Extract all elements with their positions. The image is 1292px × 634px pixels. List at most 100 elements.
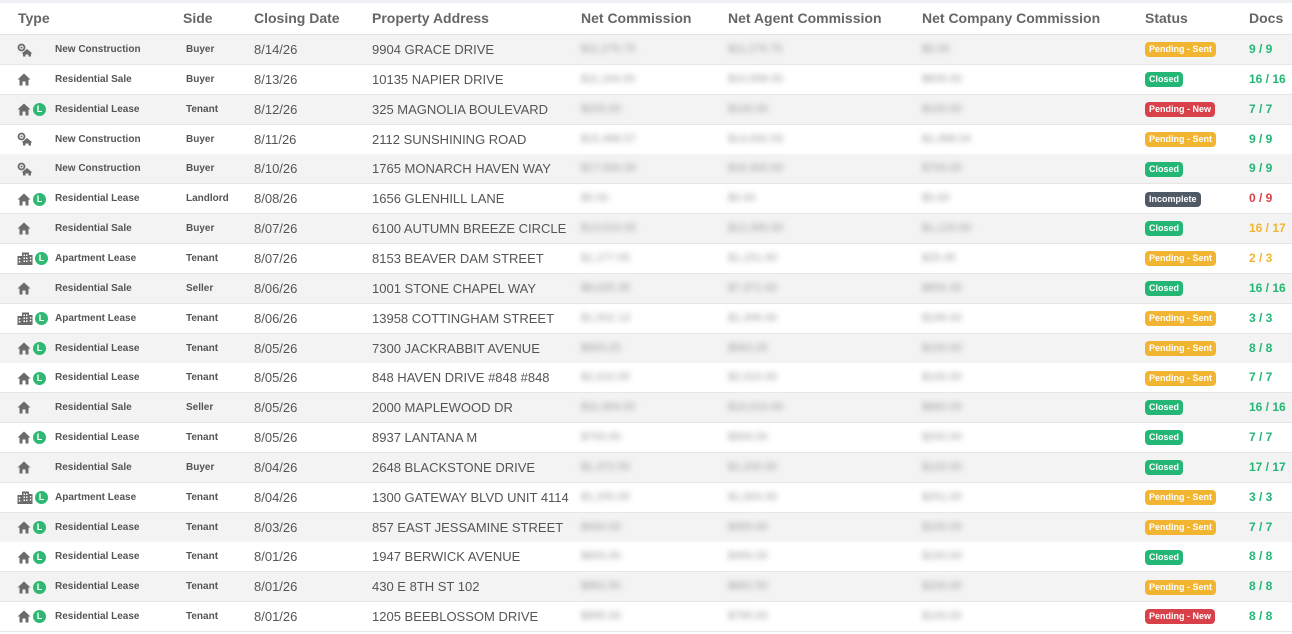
status-badge: Closed bbox=[1145, 430, 1184, 446]
net-company-commission: $25.45 bbox=[922, 251, 956, 264]
property-address[interactable]: 2000 MAPLEWOOD DR bbox=[372, 393, 513, 422]
table-row[interactable]: L Residential Lease Tenant 8/05/26 8937 LANT… bbox=[0, 423, 1292, 454]
status-badge: Pending - Sent bbox=[1145, 370, 1216, 386]
table-row[interactable]: L Residential Lease Tenant 8/05/26 7300 JACK… bbox=[0, 333, 1292, 364]
table-row[interactable]: L Residential Lease Tenant 8/03/26 857 EAST … bbox=[0, 512, 1292, 543]
header-status[interactable]: Status bbox=[1145, 10, 1188, 26]
type-icon-cell: L bbox=[17, 184, 49, 213]
property-address[interactable]: 2112 SUNSHINING ROAD bbox=[372, 125, 526, 154]
table-row[interactable]: Residential Sale Seller 8/05/26 2000 MAPLEW… bbox=[0, 393, 1292, 424]
closing-date: 8/04/26 bbox=[254, 489, 298, 505]
property-address[interactable]: 8937 LANTANA M bbox=[372, 423, 477, 452]
property-address[interactable]: 1205 BEEBLOSSOM DRIVE bbox=[372, 602, 538, 631]
table-row[interactable]: L Residential Lease Tenant 8/01/26 1947 BERW… bbox=[0, 542, 1292, 573]
net-company-commission: $700.00 bbox=[922, 162, 962, 175]
property-address[interactable]: 10135 NAPIER DRIVE bbox=[372, 65, 504, 94]
net-commission: $1,372.50 bbox=[581, 460, 630, 473]
status-cell: Pending - New bbox=[1145, 602, 1216, 631]
side-label: Buyer bbox=[186, 44, 215, 55]
table-row[interactable]: L Residential Lease Landlord 8/08/26 1656 GL… bbox=[0, 184, 1292, 215]
type-label: Residential Lease bbox=[55, 432, 140, 444]
header-docs[interactable]: Docs bbox=[1249, 10, 1283, 26]
docs-count[interactable]: 9 / 9 bbox=[1249, 154, 1272, 183]
docs-count[interactable]: 7 / 7 bbox=[1249, 423, 1272, 452]
header-type[interactable]: Type bbox=[18, 10, 50, 26]
docs-count[interactable]: 8 / 8 bbox=[1249, 602, 1272, 631]
docs-count[interactable]: 9 / 9 bbox=[1249, 35, 1272, 64]
table-row[interactable]: Residential Sale Buyer 8/13/26 10135 NAPIER… bbox=[0, 64, 1292, 95]
header-net-agent-commission[interactable]: Net Agent Commission bbox=[728, 10, 882, 26]
property-address[interactable]: 8153 BEAVER DAM STREET bbox=[372, 244, 544, 273]
property-address[interactable]: 9904 GRACE DRIVE bbox=[372, 35, 494, 64]
net-agent-commission: $500.00 bbox=[728, 431, 768, 444]
table-row[interactable]: L Residential Lease Tenant 8/05/26 848 HAVEN… bbox=[0, 363, 1292, 394]
house-icon bbox=[17, 101, 31, 118]
type-icon-cell bbox=[17, 125, 49, 154]
status-badge: Pending - New bbox=[1145, 101, 1216, 117]
type-label: Residential Lease bbox=[55, 521, 140, 533]
type-icon-cell bbox=[17, 154, 49, 183]
property-address[interactable]: 430 E 8TH ST 102 bbox=[372, 572, 479, 601]
net-commission: $663.25 bbox=[581, 341, 621, 354]
house-icon bbox=[17, 459, 31, 476]
property-address[interactable]: 7300 JACKRABBIT AVENUE bbox=[372, 334, 540, 363]
property-address[interactable]: 857 EAST JESSAMINE STREET bbox=[372, 513, 563, 542]
net-commission: $15,488.57 bbox=[581, 132, 637, 145]
property-address[interactable]: 1001 STONE CHAPEL WAY bbox=[372, 274, 536, 303]
docs-count[interactable]: 16 / 16 bbox=[1249, 274, 1286, 303]
table-row[interactable]: New Construction Buyer 8/10/26 1765 MONARCH… bbox=[0, 154, 1292, 185]
docs-count[interactable]: 3 / 3 bbox=[1249, 483, 1272, 512]
side-label: Tenant bbox=[186, 342, 219, 354]
docs-count[interactable]: 7 / 7 bbox=[1249, 513, 1272, 542]
lease-badge-icon: L bbox=[33, 520, 46, 534]
docs-count[interactable]: 7 / 7 bbox=[1249, 363, 1272, 392]
header-net-company-commission[interactable]: Net Company Commission bbox=[922, 10, 1100, 26]
table-row[interactable]: L Residential Lease Tenant 8/12/26 325 MAGNO… bbox=[0, 94, 1292, 125]
header-side[interactable]: Side bbox=[183, 10, 213, 26]
property-address[interactable]: 1765 MONARCH HAVEN WAY bbox=[372, 154, 551, 183]
property-address[interactable]: 2648 BLACKSTONE DRIVE bbox=[372, 453, 535, 482]
docs-count[interactable]: 16 / 16 bbox=[1249, 65, 1286, 94]
header-closing-date[interactable]: Closing Date bbox=[254, 10, 340, 26]
docs-count[interactable]: 8 / 8 bbox=[1249, 572, 1272, 601]
docs-count[interactable]: 9 / 9 bbox=[1249, 125, 1272, 154]
table-row[interactable]: L Apartment Lease Tenant 8/04/26 1300 GATEWA… bbox=[0, 482, 1292, 513]
docs-count[interactable]: 16 / 16 bbox=[1249, 393, 1286, 422]
table-row[interactable]: New Construction Buyer 8/14/26 9904 GRACE D… bbox=[0, 35, 1292, 65]
side-label: Landlord bbox=[186, 193, 229, 205]
header-net-commission[interactable]: Net Commission bbox=[581, 10, 691, 26]
docs-count[interactable]: 8 / 8 bbox=[1249, 542, 1272, 571]
docs-count[interactable]: 7 / 7 bbox=[1249, 95, 1272, 124]
docs-count[interactable]: 16 / 17 bbox=[1249, 214, 1286, 243]
net-agent-commission: $450.00 bbox=[728, 550, 768, 563]
header-property-address[interactable]: Property Address bbox=[372, 10, 489, 26]
side-label: Buyer bbox=[186, 73, 215, 85]
table-row[interactable]: L Residential Lease Tenant 8/01/26 430 E 8TH… bbox=[0, 572, 1292, 603]
table-row[interactable]: Residential Sale Seller 8/06/26 1001 STONE … bbox=[0, 273, 1292, 304]
property-address[interactable]: 325 MAGNOLIA BOULEVARD bbox=[372, 95, 548, 124]
table-row[interactable]: Residential Sale Buyer 8/04/26 2648 BLACKST… bbox=[0, 452, 1292, 483]
docs-count[interactable]: 3 / 3 bbox=[1249, 304, 1272, 333]
table-row[interactable]: Residential Sale Buyer 8/07/26 6100 AUTUMN … bbox=[0, 214, 1292, 245]
property-address[interactable]: 1947 BERWICK AVENUE bbox=[372, 542, 520, 571]
net-company-commission: $654.35 bbox=[922, 281, 962, 294]
docs-count[interactable]: 0 / 9 bbox=[1249, 184, 1272, 213]
docs-count[interactable]: 17 / 17 bbox=[1249, 453, 1286, 482]
property-address[interactable]: 1300 GATEWAY BLVD UNIT 4114 bbox=[372, 483, 569, 512]
lease-badge-icon: L bbox=[33, 431, 46, 445]
docs-count[interactable]: 8 / 8 bbox=[1249, 334, 1272, 363]
property-address[interactable]: 848 HAVEN DRIVE #848 #848 bbox=[372, 363, 550, 392]
table-row[interactable]: L Apartment Lease Tenant 8/06/26 13958 COTTI… bbox=[0, 303, 1292, 334]
lease-badge-icon: L bbox=[33, 580, 46, 594]
table-row[interactable]: L Apartment Lease Tenant 8/07/26 8153 BEAVER… bbox=[0, 243, 1292, 274]
net-commission: $200.00 bbox=[581, 102, 621, 115]
net-company-commission: $200.00 bbox=[922, 580, 962, 593]
docs-count[interactable]: 2 / 3 bbox=[1249, 244, 1272, 273]
property-address[interactable]: 13958 COTTINGHAM STREET bbox=[372, 304, 554, 333]
table-row[interactable]: New Construction Buyer 8/11/26 2112 SUNSHIN… bbox=[0, 124, 1292, 155]
property-address[interactable]: 6100 AUTUMN BREEZE CIRCLE bbox=[372, 214, 566, 243]
property-address[interactable]: 1656 GLENHILL LANE bbox=[372, 184, 504, 213]
table-row[interactable]: L Residential Lease Tenant 8/01/26 1205 BEEB… bbox=[0, 602, 1292, 633]
type-label: Residential Lease bbox=[55, 372, 140, 384]
type-label: New Construction bbox=[55, 44, 141, 55]
